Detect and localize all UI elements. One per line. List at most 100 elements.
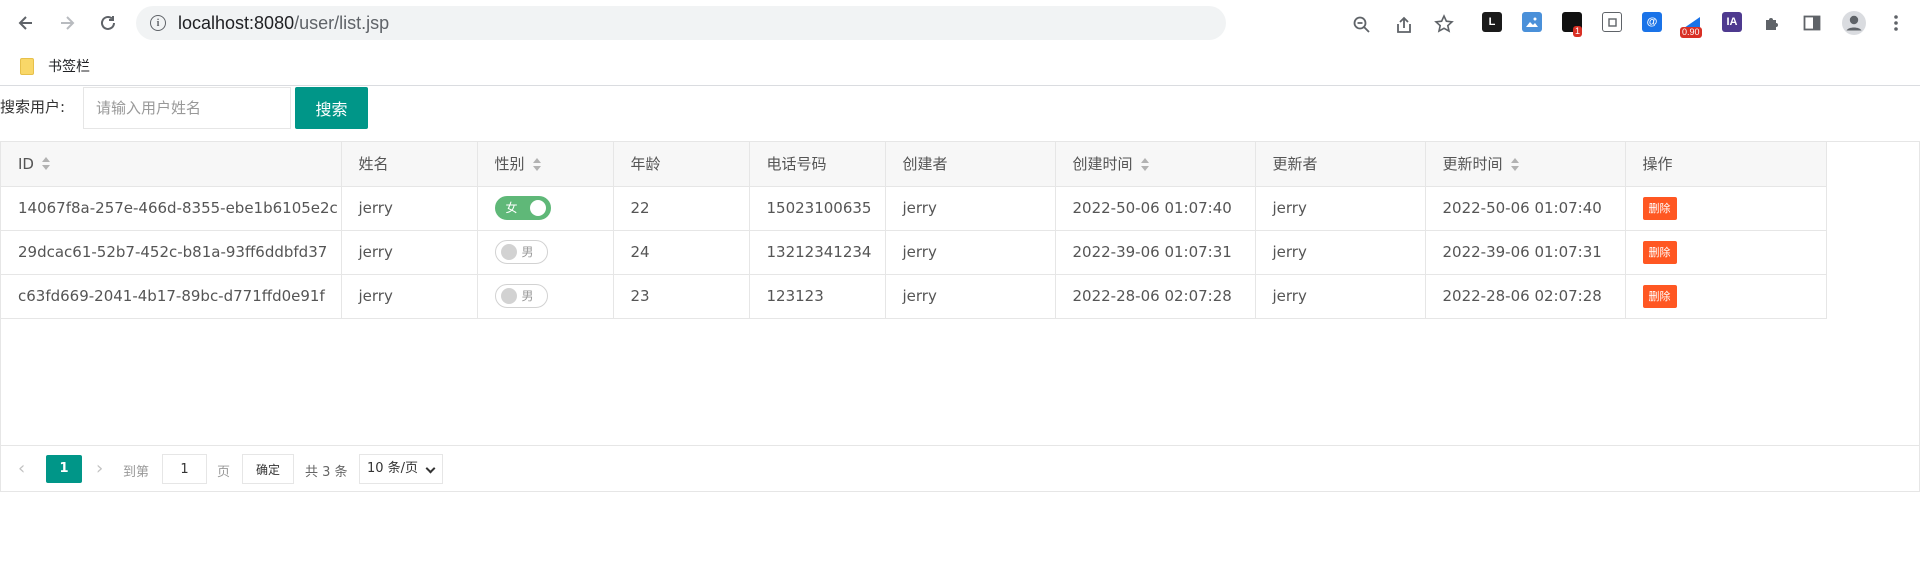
cell-phone: 13212341234	[749, 230, 886, 275]
bookmarks-bar: 书签栏	[0, 46, 1920, 86]
address-bar[interactable]: i localhost:8080/user/list.jsp	[136, 6, 1370, 40]
search-button[interactable]: 搜索	[295, 87, 368, 129]
gender-switch[interactable]: 男	[494, 284, 548, 308]
sort-icon[interactable]	[1510, 157, 1520, 172]
header-age-label: 年龄	[630, 155, 661, 174]
gender-switch[interactable]: 男	[494, 240, 548, 264]
header-updater-label: 更新者	[1272, 155, 1318, 174]
header-updater: 更新者	[1255, 142, 1426, 187]
switch-knob	[529, 200, 546, 216]
zoom-icon[interactable]	[1352, 15, 1372, 35]
table-header-row: ID 姓名 性别 年龄 电话号码 创建者 创建时间 更新者 更新时间 操作	[1, 142, 1827, 187]
forward-icon[interactable]	[53, 9, 81, 37]
ia-ext-icon[interactable]: IA	[1722, 12, 1742, 32]
header-gender[interactable]: 性别	[477, 142, 614, 187]
reload-icon[interactable]	[94, 9, 122, 37]
user-table-container: ID 姓名 性别 年龄 电话号码 创建者 创建时间 更新者 更新时间 操作 14…	[0, 141, 1920, 492]
url-host: localhost:8080	[178, 13, 295, 33]
cell-name: jerry	[341, 230, 478, 275]
url-path: /user/list.jsp	[294, 13, 390, 33]
cell-action: 删除	[1625, 186, 1827, 231]
next-page-icon[interactable]: ›	[96, 458, 103, 479]
cell-updater: jerry	[1255, 274, 1426, 319]
leetcode-ext-icon[interactable]: L	[1482, 12, 1502, 32]
bookmark-folder[interactable]: 书签栏	[20, 56, 90, 76]
page-size-value: 10 条/页	[367, 461, 419, 476]
cell-age: 24	[613, 230, 750, 275]
gender-switch-label: 男	[521, 245, 534, 259]
cell-phone: 15023100635	[749, 186, 886, 231]
goto-confirm-button[interactable]: 确定	[242, 454, 294, 484]
cell-created-time: 2022-39-06 01:07:31	[1055, 230, 1256, 275]
profile-avatar-icon[interactable]	[1841, 10, 1867, 36]
mail-ext-icon[interactable]: @	[1642, 12, 1662, 32]
gender-switch[interactable]: 女	[494, 196, 551, 220]
goto-page-input[interactable]	[162, 454, 207, 484]
header-phone-label: 电话号码	[766, 155, 827, 174]
cell-updated-time: 2022-28-06 02:07:28	[1425, 274, 1626, 319]
image-ext-icon[interactable]	[1522, 12, 1542, 32]
header-updated-time-label: 更新时间	[1442, 155, 1503, 174]
cell-updater: jerry	[1255, 186, 1426, 231]
cell-updated-time: 2022-50-06 01:07:40	[1425, 186, 1626, 231]
search-area: 搜索用户: 搜索	[0, 86, 400, 130]
header-action-label: 操作	[1642, 155, 1673, 174]
delete-button[interactable]: 删除	[1642, 196, 1677, 220]
url-text[interactable]: localhost:8080/user/list.jsp	[178, 13, 389, 34]
cell-name: jerry	[341, 186, 478, 231]
cell-id: 14067f8a-257e-466d-8355-ebe1b6105e2c	[1, 186, 342, 231]
pagination: ‹ 1 › 到第 页 确定 共 3 条 10 条/页	[1, 445, 1919, 492]
search-input[interactable]	[83, 87, 291, 129]
browser-toolbar: i localhost:8080/user/list.jsp L 1 @ 0.9…	[0, 0, 1920, 46]
cell-created-time: 2022-28-06 02:07:28	[1055, 274, 1256, 319]
sort-icon[interactable]	[41, 157, 51, 171]
side-panel-icon[interactable]	[1802, 13, 1822, 33]
goto-label: 到第	[123, 465, 150, 480]
delete-button[interactable]: 删除	[1642, 284, 1677, 308]
header-id-label: ID	[18, 154, 34, 173]
table-row: c63fd669-2041-4b17-89bc-d771ffd0e91f jer…	[1, 274, 1827, 319]
header-name-label: 姓名	[358, 155, 389, 174]
extensions-puzzle-icon[interactable]	[1762, 13, 1782, 33]
bookmark-star-icon[interactable]	[1434, 14, 1454, 34]
share-icon[interactable]	[1394, 15, 1414, 35]
cell-created-time: 2022-50-06 01:07:40	[1055, 186, 1256, 231]
cell-action: 删除	[1625, 274, 1827, 319]
cell-name: jerry	[341, 274, 478, 319]
total-count: 共 3 条	[305, 465, 348, 480]
chevron-down-icon	[425, 463, 436, 474]
header-action: 操作	[1625, 142, 1827, 187]
counter-ext-badge: 1	[1573, 26, 1583, 37]
site-info-icon[interactable]: i	[150, 15, 166, 31]
current-page[interactable]: 1	[46, 455, 82, 483]
table-row: 14067f8a-257e-466d-8355-ebe1b6105e2c jer…	[1, 186, 1827, 231]
sort-icon[interactable]	[1140, 157, 1150, 172]
cell-id: 29dcac61-52b7-452c-b81a-93ff6ddbfd37	[1, 230, 342, 275]
header-creator-label: 创建者	[902, 155, 948, 174]
gender-switch-label: 女	[505, 201, 518, 215]
header-id[interactable]: ID	[1, 142, 342, 187]
cell-creator: jerry	[885, 230, 1056, 275]
header-created-time[interactable]: 创建时间	[1055, 142, 1256, 187]
page-suffix: 页	[217, 465, 231, 480]
header-creator: 创建者	[885, 142, 1056, 187]
cell-phone: 123123	[749, 274, 886, 319]
page-size-select[interactable]: 10 条/页	[359, 454, 443, 484]
sort-icon[interactable]	[532, 157, 542, 172]
back-icon[interactable]	[12, 9, 40, 37]
header-updated-time[interactable]: 更新时间	[1425, 142, 1626, 187]
prev-page-icon[interactable]: ‹	[18, 458, 25, 479]
header-phone: 电话号码	[749, 142, 886, 187]
switch-knob	[500, 244, 517, 260]
gender-switch-label: 男	[521, 289, 534, 303]
copy-ext-icon[interactable]	[1602, 12, 1622, 32]
browser-menu-icon[interactable]	[1886, 13, 1906, 33]
cell-age: 23	[613, 274, 750, 319]
header-age: 年龄	[613, 142, 750, 187]
table-row: 29dcac61-52b7-452c-b81a-93ff6ddbfd37 jer…	[1, 230, 1827, 275]
delete-button[interactable]: 删除	[1642, 240, 1677, 264]
cell-gender: 男	[477, 230, 614, 275]
cell-creator: jerry	[885, 186, 1056, 231]
cell-creator: jerry	[885, 274, 1056, 319]
header-name: 姓名	[341, 142, 478, 187]
